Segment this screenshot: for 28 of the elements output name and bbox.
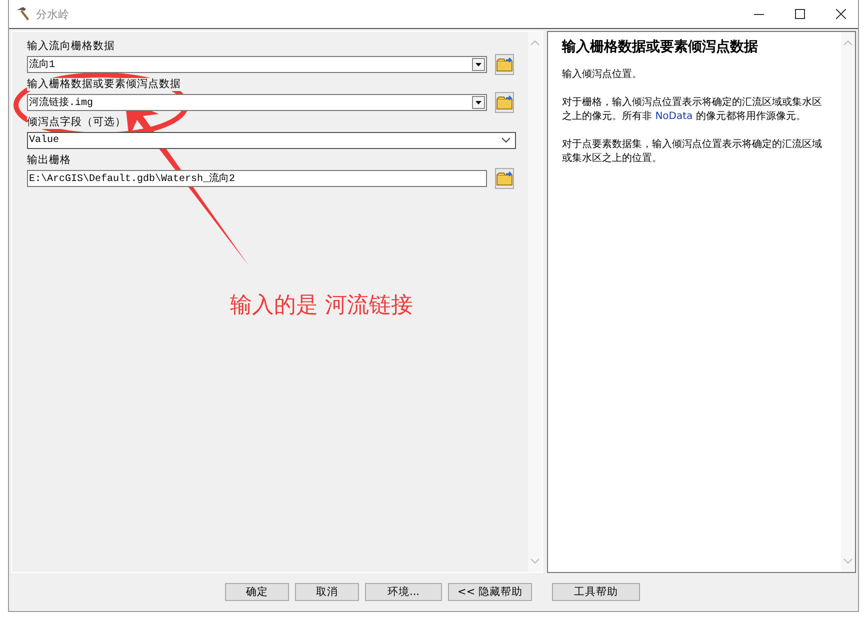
folder-icon [496,170,513,186]
folder-icon [496,94,513,110]
browse-button[interactable] [495,168,514,188]
dropdown-field[interactable]: Value [27,132,516,148]
dropdown-field[interactable]: 河流链接.img [27,94,487,110]
help-text: 对于点要素数据集，输入倾泻点位置表示将确定的汇流区域或集水区之上的位置。 [562,138,823,166]
annotation-text: 输入的是 河流链接 [230,292,413,320]
chevron-down-icon[interactable] [501,137,511,143]
help-text: 输入倾泻点位置。 [562,68,643,82]
hammer-icon [15,6,31,22]
dialog-button[interactable]: 工具帮助 [552,583,640,601]
dialog-button[interactable]: 确定 [225,583,289,601]
field-label: 输入流向栅格数据 [27,40,115,53]
window-title: 分水岭 [36,6,69,22]
dropdown-field[interactable]: 流向1 [27,56,487,72]
dialog-button[interactable]: 取消 [295,583,359,601]
browse-button[interactable] [495,54,514,74]
input-field[interactable]: E:\ArcGIS\Default.gdb\Watersh_流向2 [27,170,487,186]
dialog-button[interactable]: << 隐藏帮助 [448,583,532,601]
browse-button[interactable] [495,92,514,112]
close-icon[interactable] [836,9,846,19]
maximize-icon[interactable] [795,9,805,19]
field-label: 输出栅格 [27,154,71,167]
field-label: 输入栅格数据或要素倾泻点数据 [27,78,181,91]
dialog-button[interactable]: 环境... [365,583,442,601]
help-text: 对于栅格，输入倾泻点位置表示将确定的汇流区域或集水区之上的像元。所有非 NoData 的像元都将用作源像元。 [562,96,823,124]
folder-icon [496,56,513,72]
help-title: 输入栅格数据或要素倾泻点数据 [562,38,759,56]
